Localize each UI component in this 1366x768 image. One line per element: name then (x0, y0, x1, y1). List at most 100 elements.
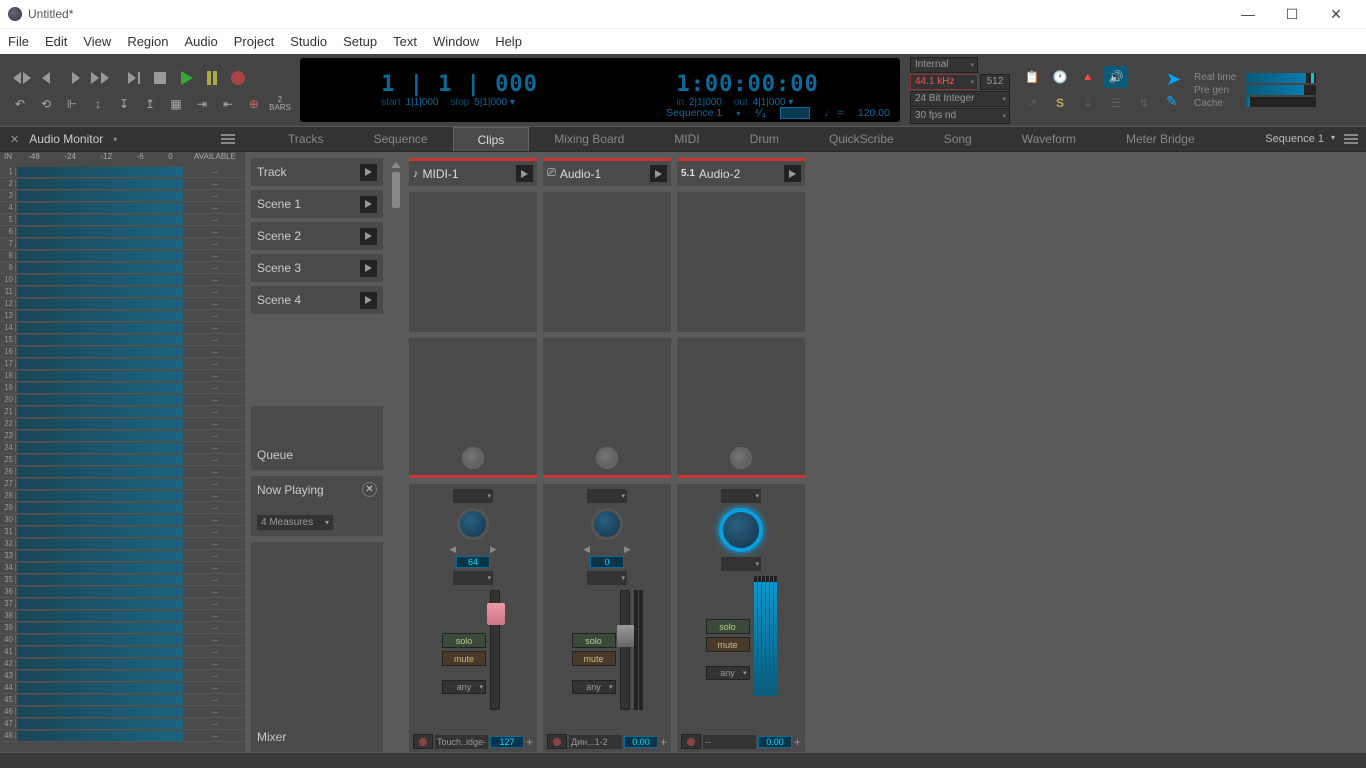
clip-play-icon[interactable] (516, 165, 533, 182)
send-dd[interactable] (453, 571, 493, 585)
pointer-tool-icon[interactable]: ➤ (1166, 69, 1184, 87)
solo-button[interactable]: solo (706, 619, 750, 634)
add-icon[interactable]: + (660, 735, 667, 749)
pan-knob[interactable] (591, 508, 623, 540)
now-playing-close-icon[interactable]: ✕ (362, 482, 377, 497)
clock-source-dd[interactable]: Internal (910, 57, 978, 73)
automation-dd[interactable]: any (572, 680, 616, 694)
tempo-value[interactable]: 120.00 (858, 107, 890, 119)
bit-depth-dd[interactable]: 24 Bit Integer (910, 91, 1010, 107)
tab-quickscribe[interactable]: QuickScribe (804, 127, 919, 151)
tab-song[interactable]: Song (919, 127, 997, 151)
automation-dd[interactable]: any (706, 666, 750, 680)
clip-cells[interactable] (543, 192, 671, 332)
output-dd[interactable]: Touch..idge- (435, 735, 488, 749)
tab-sequence[interactable]: Sequence (349, 127, 453, 151)
scene-scrollbar[interactable] (389, 158, 403, 752)
volume-value[interactable]: 0.00 (624, 736, 658, 748)
send-dd[interactable] (587, 571, 627, 585)
solo-s-icon[interactable]: S (1048, 92, 1072, 114)
mute-button[interactable]: mute (706, 637, 750, 652)
fader[interactable] (620, 590, 630, 710)
rec-button[interactable] (413, 734, 433, 749)
clip-play-icon[interactable] (784, 165, 801, 182)
pan-value[interactable]: 64 (456, 556, 490, 568)
metronome-icon[interactable]: 🔺 (1076, 66, 1100, 88)
sequence-selector[interactable]: Sequence 1 (1259, 131, 1338, 147)
step-back-button[interactable] (36, 66, 60, 90)
insert-dd[interactable] (453, 489, 493, 503)
insert-dd[interactable] (721, 489, 761, 503)
track-header[interactable]: Track (251, 158, 383, 186)
fast-fwd-button[interactable] (88, 66, 112, 90)
scene-item[interactable]: Scene 1 (251, 190, 383, 218)
mute-button[interactable]: mute (442, 651, 486, 666)
menu-setup[interactable]: Setup (343, 34, 377, 49)
loop-button[interactable]: ⟲ (36, 94, 56, 114)
lines-icon[interactable]: ☰ (1104, 92, 1128, 114)
tab-drum[interactable]: Drum (725, 127, 804, 151)
menu-view[interactable]: View (83, 34, 111, 49)
tab-waveform[interactable]: Waveform (997, 127, 1101, 151)
sig-box[interactable] (780, 107, 810, 119)
send-dd[interactable] (721, 557, 761, 571)
tab-mixing-board[interactable]: Mixing Board (529, 127, 649, 151)
buffer-size[interactable]: 512 (980, 74, 1010, 90)
count-in-button[interactable]: ↧ (114, 94, 134, 114)
measures-dd[interactable]: 4 Measures (257, 515, 333, 530)
punch-button[interactable]: ⊩ (62, 94, 82, 114)
menu-file[interactable]: File (8, 34, 29, 49)
menu-text[interactable]: Text (393, 34, 417, 49)
clip-queue[interactable] (543, 338, 671, 478)
rec-button[interactable] (547, 734, 567, 749)
menu-edit[interactable]: Edit (45, 34, 67, 49)
down-icon[interactable]: ⇣ (1076, 92, 1100, 114)
pan-knob[interactable] (719, 508, 763, 552)
pencil-tool-icon[interactable]: ✎ (1166, 93, 1184, 111)
clip-queue[interactable] (677, 338, 805, 478)
pan-knob[interactable] (457, 508, 489, 540)
rewind-button[interactable] (10, 66, 34, 90)
punch-out-button[interactable]: ⇤ (218, 94, 238, 114)
clip-queue[interactable] (409, 338, 537, 478)
grid-button[interactable]: ▦ (166, 94, 186, 114)
menu-project[interactable]: Project (234, 34, 274, 49)
pause-button[interactable] (200, 66, 224, 90)
clip-header[interactable]: 5.1Audio-2 (677, 158, 805, 186)
add-icon[interactable]: + (794, 735, 801, 749)
scene-item[interactable]: Scene 2 (251, 222, 383, 250)
solo-button[interactable]: solo (442, 633, 486, 648)
punch-in-button[interactable]: ⇥ (192, 94, 212, 114)
undo-button[interactable]: ↶ (10, 94, 30, 114)
add-icon[interactable]: + (526, 735, 533, 749)
step-fwd-button[interactable] (62, 66, 86, 90)
menu-studio[interactable]: Studio (290, 34, 327, 49)
menu-audio[interactable]: Audio (185, 34, 218, 49)
clock-icon[interactable]: 🕐 (1048, 66, 1072, 88)
tab-tracks[interactable]: Tracks (263, 127, 349, 151)
sequence-dd[interactable]: Sequence 1 (666, 107, 722, 119)
automation-dd[interactable]: any (442, 680, 486, 694)
mute-button[interactable]: mute (572, 651, 616, 666)
tab-meter-bridge[interactable]: Meter Bridge (1101, 127, 1220, 151)
rec-button[interactable] (681, 734, 701, 749)
scene-play-icon[interactable] (360, 260, 377, 277)
time-counter[interactable]: 1:00:00:00 (676, 72, 818, 97)
pan-value[interactable]: 0 (590, 556, 624, 568)
stop-button[interactable] (148, 66, 172, 90)
clip-play-icon[interactable] (650, 165, 667, 182)
monitor-close-icon[interactable]: ✕ (10, 133, 19, 146)
skip-button[interactable] (122, 66, 146, 90)
queue-knob[interactable] (462, 447, 484, 469)
time-signature[interactable]: ⁴⁄₄ (754, 106, 766, 120)
monitor-hamburger-icon[interactable] (221, 134, 235, 144)
clip-header[interactable]: ♪MIDI-1 (409, 158, 537, 186)
learn-icon[interactable]: ↯ (1132, 92, 1156, 114)
speaker-icon[interactable]: 🔊 (1104, 66, 1128, 88)
maximize-button[interactable]: ☐ (1270, 0, 1314, 28)
volume-value[interactable]: 127 (490, 736, 524, 748)
scene-play-icon[interactable] (360, 196, 377, 213)
clip-header[interactable]: ⎚Audio-1 (543, 158, 671, 186)
minimize-button[interactable]: — (1226, 0, 1270, 28)
tab-midi[interactable]: MIDI (649, 127, 724, 151)
